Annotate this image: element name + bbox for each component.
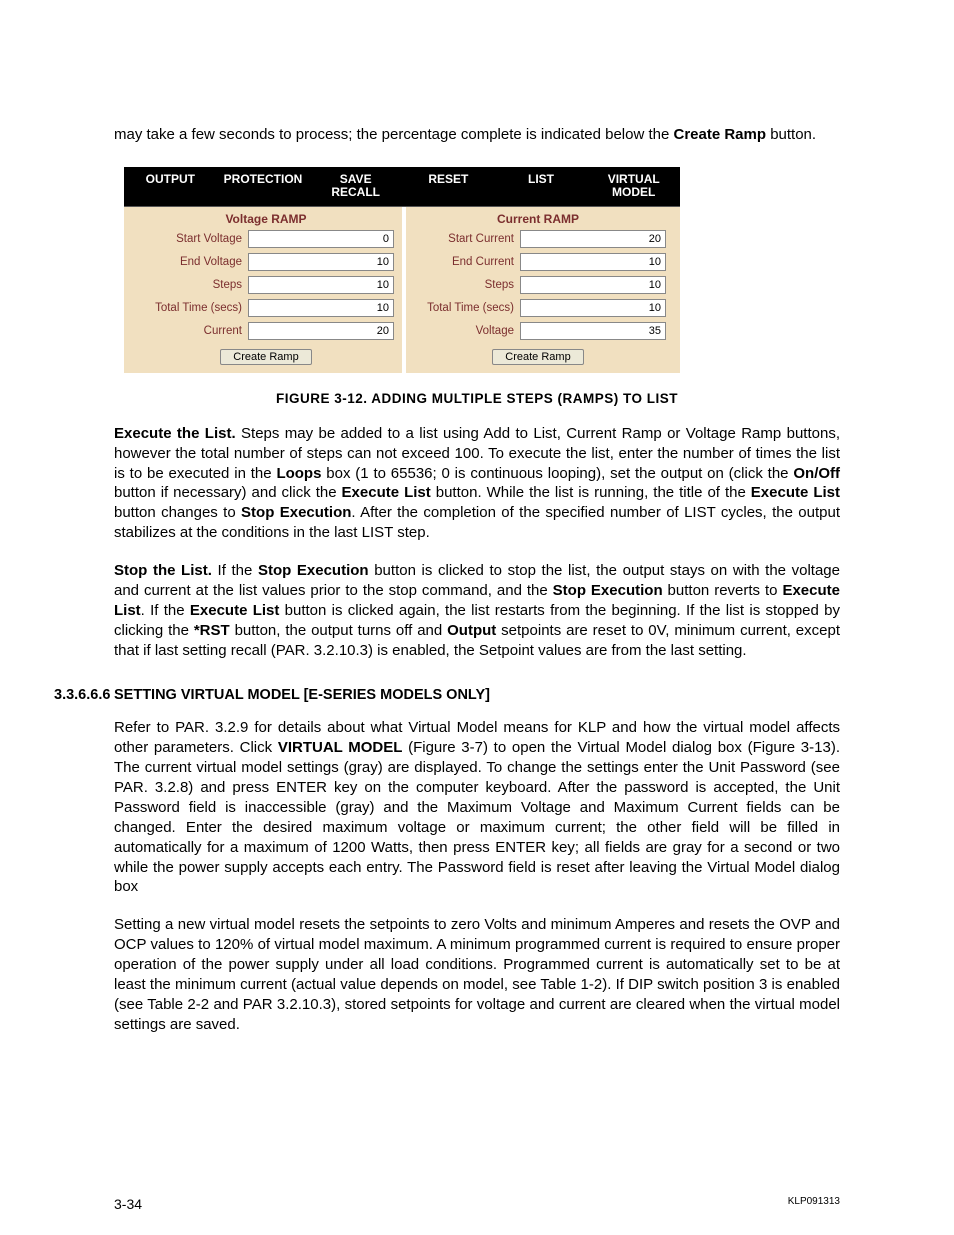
row-totaltime-v: Total Time (secs) 10 [138,299,394,317]
input-totaltime-v[interactable]: 10 [248,299,394,317]
label: Voltage [410,325,520,337]
stop-list-paragraph: Stop the List. If the Stop Execution but… [114,561,840,661]
text: may take a few seconds to process; the p… [114,126,673,143]
text-bold: Loops [276,465,321,482]
label: Total Time (secs) [138,302,248,314]
column-divider [402,207,406,373]
voltage-ramp-title: Voltage RAMP [138,207,394,230]
text-bold: Execute the List. [114,425,236,442]
tab-list[interactable]: LIST [495,167,588,205]
current-ramp-column: Current RAMP Start Current 20 End Curren… [402,207,680,373]
panel-body: Voltage RAMP Start Voltage 0 End Voltage… [124,207,680,373]
text-bold: Execute List [751,484,840,501]
row-totaltime-c: Total Time (secs) 10 [410,299,666,317]
label: End Voltage [138,256,248,268]
row-steps-c: Steps 10 [410,276,666,294]
input-totaltime-c[interactable]: 10 [520,299,666,317]
page-number: 3-34 [114,1196,142,1212]
create-ramp-row: Create Ramp [138,345,394,365]
label: Start Voltage [138,233,248,245]
panel-tabs: OUTPUT PROTECTION SAVE RECALL RESET LIST… [124,167,680,206]
text-bold: Create Ramp [673,126,766,143]
doc-id: KLP091313 [788,1196,840,1212]
current-ramp-title: Current RAMP [410,207,666,230]
figure-caption: FIGURE 3-12. ADDING MULTIPLE STEPS (RAMP… [114,391,840,406]
text-bold: Stop the List. [114,562,212,579]
tab-save-recall[interactable]: SAVE RECALL [309,167,402,205]
row-end-voltage: End Voltage 10 [138,253,394,271]
text-bold: Stop Execution [258,562,369,579]
create-ramp-row: Create Ramp [410,345,666,365]
input-start-current[interactable]: 20 [520,230,666,248]
text: box (1 to 65536; 0 is continuous looping… [321,465,793,482]
label: End Current [410,256,520,268]
row-voltage: Voltage 35 [410,322,666,340]
section-number: 3.3.6.6.6 [54,687,114,703]
input-steps-c[interactable]: 10 [520,276,666,294]
row-end-current: End Current 10 [410,253,666,271]
create-voltage-ramp-button[interactable]: Create Ramp [220,349,311,365]
page-footer: 3-34 KLP091313 [114,1196,840,1212]
input-end-voltage[interactable]: 10 [248,253,394,271]
text: button, the output turns off and [230,622,447,639]
section-title: SETTING VIRTUAL MODEL [E-SERIES MODELS O… [114,687,490,703]
text-bold: Execute List [190,602,279,619]
tab-output[interactable]: OUTPUT [124,167,217,205]
input-current[interactable]: 20 [248,322,394,340]
tab-protection[interactable]: PROTECTION [217,167,310,205]
text: (Figure 3-7) to open the Virtual Model d… [114,739,840,896]
text-bold: VIRTUAL MODEL [278,739,403,756]
label: Current [138,325,248,337]
label: Start Current [410,233,520,245]
voltage-ramp-column: Voltage RAMP Start Voltage 0 End Voltage… [124,207,402,373]
text: button if necessary) and click the [114,484,342,501]
input-steps-v[interactable]: 10 [248,276,394,294]
row-current: Current 20 [138,322,394,340]
intro-paragraph: may take a few seconds to process; the p… [114,125,840,145]
input-start-voltage[interactable]: 0 [248,230,394,248]
input-end-current[interactable]: 10 [520,253,666,271]
text: button. [766,126,816,143]
ramp-panel: OUTPUT PROTECTION SAVE RECALL RESET LIST… [124,167,680,372]
text: . If the [141,602,190,619]
label: Steps [138,279,248,291]
section-heading: 3.3.6.6.6 SETTING VIRTUAL MODEL [E-SERIE… [54,687,840,703]
text-bold: Stop Execution [553,582,663,599]
virtual-model-paragraph-2: Setting a new virtual model resets the s… [114,915,840,1035]
page: may take a few seconds to process; the p… [0,0,954,1235]
row-steps-v: Steps 10 [138,276,394,294]
label: Steps [410,279,520,291]
text: button reverts to [663,582,783,599]
tab-reset[interactable]: RESET [402,167,495,205]
text-bold: *RST [194,622,230,639]
row-start-current: Start Current 20 [410,230,666,248]
text-bold: Execute List [342,484,431,501]
row-start-voltage: Start Voltage 0 [138,230,394,248]
text-bold: On/Off [793,465,840,482]
label: Total Time (secs) [410,302,520,314]
text: button changes to [114,504,241,521]
text-bold: Stop Execution [241,504,351,521]
text: If the [212,562,258,579]
text: button. While the list is running, the t… [431,484,751,501]
tab-virtual-model[interactable]: VIRTUAL MODEL [587,167,680,205]
input-voltage[interactable]: 35 [520,322,666,340]
virtual-model-paragraph-1: Refer to PAR. 3.2.9 for details about wh… [114,718,840,897]
create-current-ramp-button[interactable]: Create Ramp [492,349,583,365]
execute-list-paragraph: Execute the List. Steps may be added to … [114,424,840,544]
text-bold: Output [447,622,496,639]
